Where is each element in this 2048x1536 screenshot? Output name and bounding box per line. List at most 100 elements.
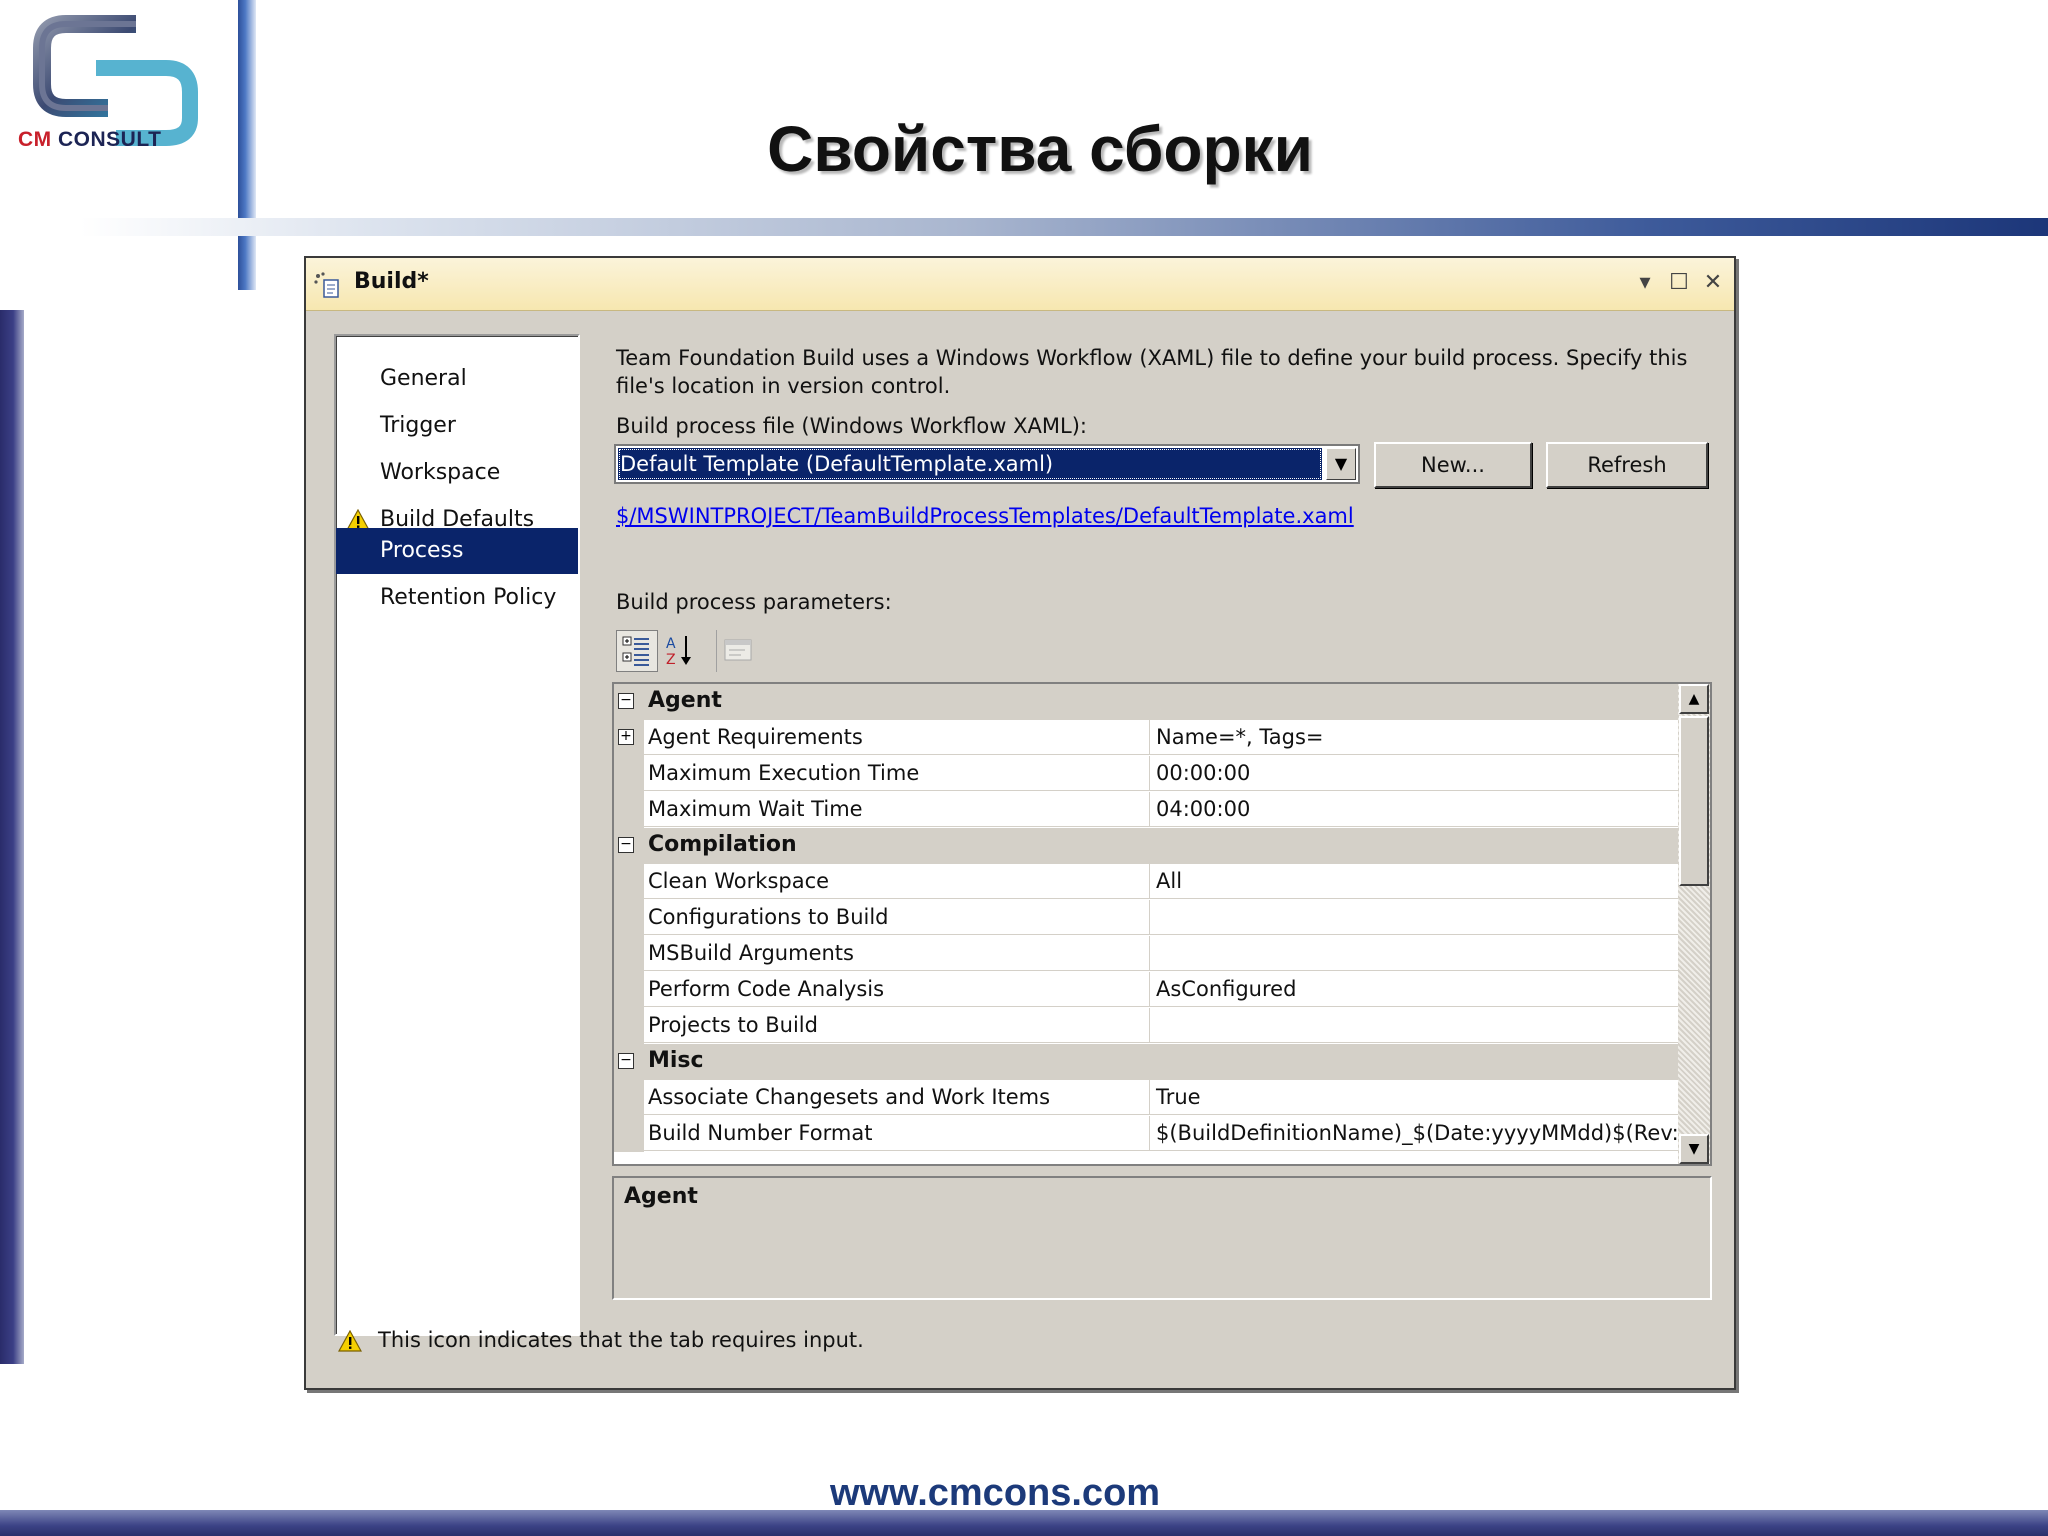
property-value[interactable]: All	[1150, 864, 1678, 899]
row-gutter	[614, 1080, 644, 1116]
logo-wordmark: CM CONSULT	[18, 128, 161, 152]
property-name: Agent Requirements	[644, 720, 1150, 755]
window-title: Build*	[354, 269, 429, 294]
property-pages-button[interactable]	[716, 630, 758, 672]
nav-item-label: Trigger	[380, 413, 456, 438]
footer-url: www.cmcons.com	[829, 1472, 1161, 1514]
property-name: Associate Changesets and Work Items	[644, 1080, 1150, 1115]
property-help-panel: Agent	[612, 1176, 1712, 1300]
category-row-compilation[interactable]: − Compilation	[614, 828, 1678, 864]
description-line: Team Foundation Build uses a Windows Wor…	[616, 346, 1688, 370]
settings-nav: General Trigger Workspace Build Defaults…	[334, 334, 580, 1336]
header-vertical-bar	[238, 0, 256, 290]
category-name: Compilation	[648, 832, 797, 857]
process-file-value: Default Template (DefaultTemplate.xaml)	[618, 448, 1322, 480]
category-row-agent[interactable]: − Agent	[614, 684, 1678, 720]
slide-title: Свойства сборки	[767, 113, 1313, 185]
row-gutter	[614, 972, 644, 1008]
property-value[interactable]: 04:00:00	[1150, 792, 1678, 827]
help-title: Agent	[624, 1184, 698, 1209]
row-gutter: +	[614, 720, 644, 756]
window-menu-button[interactable]: ▾	[1632, 270, 1658, 296]
property-row[interactable]: Maximum Execution Time 00:00:00	[614, 756, 1678, 792]
header-rule	[80, 218, 2048, 236]
property-value[interactable]	[1150, 936, 1678, 971]
row-gutter	[614, 756, 644, 792]
build-definition-window: Build* ▾ ☐ ✕ General Trigger Workspace B…	[304, 256, 1736, 1390]
left-decor-strip	[0, 310, 24, 1364]
category-name: Misc	[648, 1048, 704, 1073]
property-row[interactable]: MSBuild Arguments	[614, 936, 1678, 972]
process-description: Team Foundation Build uses a Windows Wor…	[616, 344, 1716, 400]
warning-icon	[338, 1330, 362, 1352]
new-button[interactable]: New...	[1374, 442, 1532, 488]
nav-item-trigger[interactable]: Trigger	[336, 403, 578, 449]
row-gutter	[614, 792, 644, 828]
svg-text:A: A	[666, 636, 676, 652]
process-file-label: Build process file (Windows Workflow XAM…	[616, 414, 1087, 438]
property-row[interactable]: Associate Changesets and Work Items True	[614, 1080, 1678, 1116]
build-definition-icon	[314, 272, 339, 298]
collapse-icon[interactable]: −	[618, 837, 634, 853]
process-file-path-link[interactable]: $/MSWINTPROJECT/TeamBuildProcessTemplate…	[616, 504, 1354, 528]
property-name: Build Number Format	[644, 1116, 1150, 1151]
property-row[interactable]: Maximum Wait Time 04:00:00	[614, 792, 1678, 828]
row-gutter	[614, 864, 644, 900]
property-value[interactable]: Name=*, Tags=	[1150, 720, 1678, 755]
property-name: Projects to Build	[644, 1008, 1150, 1043]
property-value[interactable]: AsConfigured	[1150, 972, 1678, 1007]
nav-item-general[interactable]: General	[336, 356, 578, 402]
scroll-down-icon[interactable]: ▼	[1679, 1134, 1709, 1164]
nav-item-label: Workspace	[380, 460, 501, 485]
category-row-misc[interactable]: − Misc	[614, 1044, 1678, 1080]
row-gutter	[614, 900, 644, 936]
grid-scrollbar[interactable]: ▲ ▼	[1678, 684, 1710, 1164]
nav-item-label: General	[380, 366, 467, 391]
alphabetical-view-button[interactable]: A Z	[662, 630, 704, 672]
property-row[interactable]: Clean Workspace All	[614, 864, 1678, 900]
sort-az-icon: A Z	[666, 636, 691, 668]
nav-item-retention-policy[interactable]: Retention Policy	[336, 575, 578, 621]
property-value[interactable]	[1150, 900, 1678, 935]
property-row[interactable]: Perform Code Analysis AsConfigured	[614, 972, 1678, 1008]
row-gutter	[614, 1116, 644, 1152]
property-value[interactable]	[1150, 1008, 1678, 1043]
close-button[interactable]: ✕	[1700, 270, 1726, 296]
status-text: This icon indicates that the tab require…	[378, 1328, 864, 1352]
maximize-button[interactable]: ☐	[1666, 270, 1692, 296]
collapse-icon[interactable]: −	[618, 1053, 634, 1069]
scroll-up-icon[interactable]: ▲	[1679, 684, 1709, 714]
property-row[interactable]: Configurations to Build	[614, 900, 1678, 936]
property-row[interactable]: + Agent Requirements Name=*, Tags=	[614, 720, 1678, 756]
svg-text:Z: Z	[666, 652, 676, 668]
description-line: file's location in version control.	[616, 374, 951, 398]
window-titlebar: Build* ▾ ☐ ✕	[306, 258, 1734, 311]
property-name: Maximum Wait Time	[644, 792, 1150, 827]
category-name: Agent	[648, 688, 722, 713]
logo-text-cm: CM	[18, 128, 52, 151]
property-row[interactable]: Projects to Build	[614, 1008, 1678, 1044]
property-row[interactable]: Build Number Format $(BuildDefinitionNam…	[614, 1116, 1678, 1152]
categorized-view-button[interactable]	[616, 630, 658, 672]
property-pages-icon	[724, 639, 752, 661]
scroll-thumb[interactable]	[1679, 716, 1709, 886]
property-name: MSBuild Arguments	[644, 936, 1150, 971]
property-value[interactable]: True	[1150, 1080, 1678, 1115]
property-grid: − Agent + Agent Requirements Name=*, Tag…	[612, 682, 1712, 1166]
property-name: Perform Code Analysis	[644, 972, 1150, 1007]
refresh-button[interactable]: Refresh	[1546, 442, 1708, 488]
property-value[interactable]: 00:00:00	[1150, 756, 1678, 791]
nav-item-process[interactable]: Process	[336, 528, 578, 574]
nav-item-workspace[interactable]: Workspace	[336, 450, 578, 496]
chevron-down-icon[interactable]: ▼	[1326, 448, 1356, 480]
process-file-select[interactable]: Default Template (DefaultTemplate.xaml) …	[614, 444, 1360, 484]
row-gutter	[614, 936, 644, 972]
collapse-icon[interactable]: −	[618, 693, 634, 709]
property-value[interactable]: $(BuildDefinitionName)_$(Date:yyyyMMdd)$…	[1150, 1116, 1678, 1151]
nav-item-label: Process	[380, 538, 464, 563]
property-name: Clean Workspace	[644, 864, 1150, 899]
logo-text-consult: CONSULT	[51, 128, 162, 151]
row-gutter	[614, 1008, 644, 1044]
expand-icon[interactable]: +	[618, 729, 634, 745]
nav-item-label: Retention Policy	[380, 585, 557, 610]
